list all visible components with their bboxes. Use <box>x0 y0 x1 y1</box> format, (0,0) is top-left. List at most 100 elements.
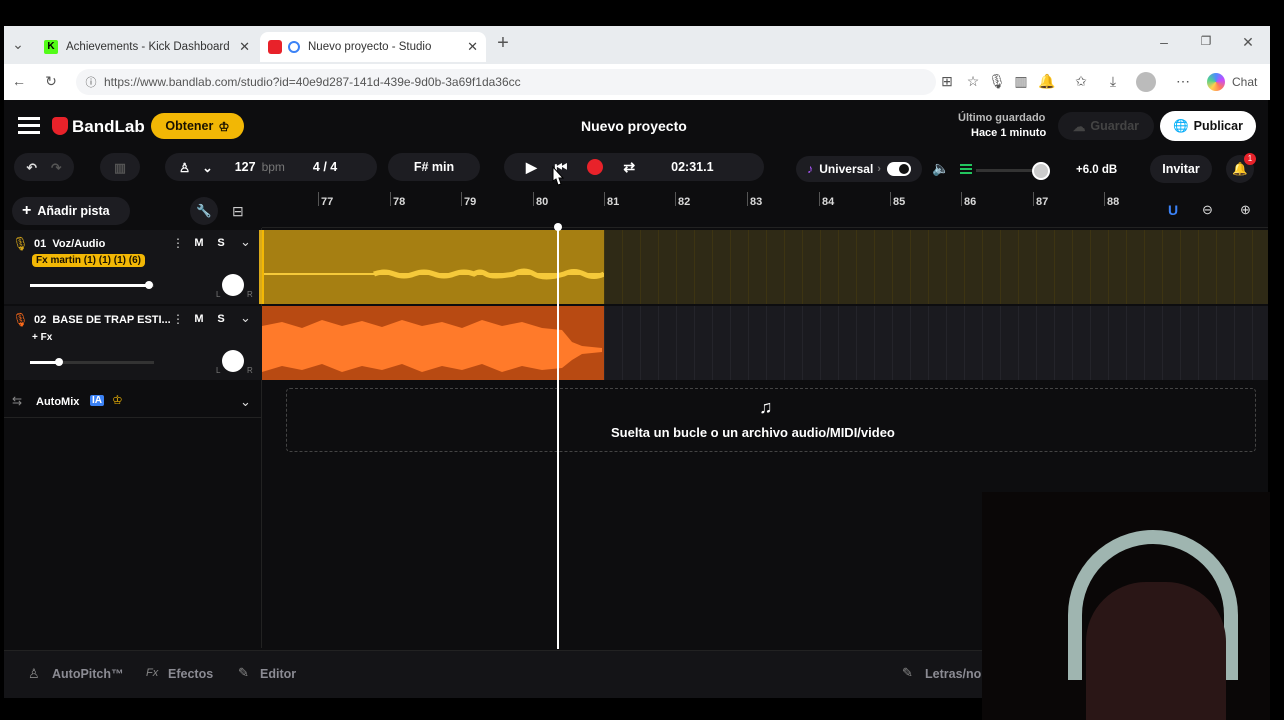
volume-slider-handle[interactable] <box>145 281 153 289</box>
ruler-bar-number: 82 <box>678 196 691 208</box>
chat-label[interactable]: Chat <box>1232 75 1257 89</box>
fx-chip[interactable]: Fx martin (1) (1) (1) (6) <box>32 254 146 267</box>
key-selector[interactable]: F# min <box>388 153 480 181</box>
last-saved-time: Hace 1 minuto <box>971 127 1047 139</box>
track-menu-icon[interactable]: ⋮ <box>172 312 184 326</box>
profile-avatar[interactable] <box>1136 72 1156 92</box>
track-expand-chevron-icon[interactable]: ⌄ <box>240 234 251 250</box>
zoom-in-icon[interactable]: ⊕ <box>1240 202 1251 218</box>
favorites-icon[interactable]: ✩ <box>1072 73 1090 90</box>
universal-label[interactable]: Universal <box>819 162 873 176</box>
add-track-button[interactable]: + Añadir pista <box>12 197 130 225</box>
mouse-cursor-icon <box>552 165 565 186</box>
url-input[interactable]: ⓘ https://www.bandlab.com/studio?id=40e9… <box>76 69 936 95</box>
autopitch-button[interactable]: AutoPitch™ <box>52 667 124 681</box>
new-tab-button[interactable]: + <box>492 32 514 55</box>
lyrics-button[interactable]: Letras/no <box>925 667 981 681</box>
back-icon[interactable]: ← <box>10 73 28 89</box>
tab-close-icon[interactable]: ✕ <box>239 39 250 55</box>
brand-name[interactable]: BandLab <box>72 117 145 137</box>
magnet-snap-icon[interactable]: U <box>1168 202 1178 218</box>
master-volume-slider[interactable] <box>976 169 1038 172</box>
ruler-tick <box>1033 192 1034 206</box>
close-window-icon[interactable]: ✕ <box>1238 34 1258 51</box>
metronome-icon[interactable]: ♙ <box>179 160 190 175</box>
track-header[interactable]: 🎙 02 BASE DE TRAP ESTI... ⋮ M S ⌄ + Fx L… <box>4 306 262 380</box>
track-header[interactable]: 🎙 01 Voz/Audio ⋮ M S ⌄ Fx martin (1) (1)… <box>4 230 262 304</box>
editor-button[interactable]: Editor <box>260 667 296 681</box>
kick-favicon-icon: K <box>44 40 58 54</box>
last-saved-label: Último guardado <box>958 112 1046 124</box>
track-expand-chevron-icon[interactable]: ⌄ <box>240 310 251 326</box>
obtener-button[interactable]: Obtener ♔ <box>151 113 244 139</box>
invite-button[interactable]: Invitar <box>1150 155 1212 183</box>
automix-row[interactable]: ⇆ AutoMix IA ♔ ⌄ <box>4 386 262 418</box>
tab-kick-dashboard[interactable]: K Achievements - Kick Dashboard ✕ <box>36 32 258 62</box>
audio-clip[interactable] <box>262 230 604 304</box>
autopitch-icon: ♙ <box>28 666 40 681</box>
restore-icon[interactable]: ❐ <box>1196 34 1216 48</box>
cloud-icon: ☁ <box>1072 119 1086 134</box>
project-title[interactable]: Nuevo proyecto <box>581 118 687 134</box>
favorite-star-icon[interactable]: ☆ <box>964 73 982 90</box>
drop-zone[interactable]: ♫ Suelta un bucle o un archivo audio/MID… <box>286 388 1256 452</box>
publish-button[interactable]: 🌐 Publicar <box>1160 111 1256 141</box>
clip-waveform <box>262 320 602 372</box>
track-name[interactable]: 02 BASE DE TRAP ESTI... <box>34 314 171 326</box>
add-fx-button[interactable]: + Fx <box>32 332 52 343</box>
plus-icon: + <box>22 202 32 219</box>
bpm-value[interactable]: 127 <box>235 160 256 174</box>
pan-knob[interactable] <box>222 350 244 372</box>
tab-close-icon[interactable]: ✕ <box>467 39 478 55</box>
more-icon[interactable]: ⋯ <box>1174 73 1192 90</box>
reload-icon[interactable]: ↻ <box>42 73 60 90</box>
automix-chevron-icon[interactable]: ⌄ <box>240 394 251 410</box>
bell-icon[interactable]: 🔔 <box>1038 73 1056 90</box>
effects-button[interactable]: Efectos <box>168 667 213 681</box>
tab-bandlab-studio[interactable]: Nuevo proyecto - Studio ✕ <box>260 32 486 62</box>
ruler-tick <box>318 192 319 206</box>
playhead[interactable] <box>557 226 559 649</box>
minimize-icon[interactable]: – <box>1154 34 1174 50</box>
mute-button[interactable]: M <box>190 310 208 328</box>
ruler-bar-number: 84 <box>822 196 835 208</box>
save-button[interactable]: ☁ Guardar <box>1058 112 1154 140</box>
speaker-icon[interactable]: 🔈 <box>932 160 949 177</box>
master-volume-knob[interactable] <box>1032 162 1050 180</box>
browser-address-bar: ← ↻ ⓘ https://www.bandlab.com/studio?id=… <box>4 64 1270 100</box>
solo-button[interactable]: S <box>212 310 230 328</box>
track-view-icon[interactable]: ⊟ <box>232 203 244 220</box>
track-menu-icon[interactable]: ⋮ <box>172 236 184 250</box>
copilot-icon[interactable] <box>1207 73 1225 91</box>
universal-toggle[interactable] <box>886 162 911 176</box>
track-name[interactable]: 01 Voz/Audio <box>34 238 105 250</box>
reading-view-icon[interactable]: ▥ <box>1012 73 1030 90</box>
undo-icon[interactable]: ↶ <box>27 160 37 175</box>
tools-button[interactable]: 🔧 <box>190 197 218 225</box>
volume-slider-handle[interactable] <box>55 358 63 366</box>
ruler-bar-number: 81 <box>607 196 620 208</box>
record-button[interactable] <box>587 159 604 175</box>
tab-list-chevron-icon[interactable]: ⌄ <box>10 36 26 53</box>
loop-icon[interactable]: ⇄ <box>623 159 635 176</box>
mute-button[interactable]: M <box>190 234 208 252</box>
play-icon[interactable]: ▶ <box>526 159 537 176</box>
keyboard-button[interactable]: ▥ <box>100 153 140 181</box>
ruler-tick <box>533 192 534 206</box>
time-display[interactable]: 02:31.1 <box>671 160 713 174</box>
zoom-out-icon[interactable]: ⊖ <box>1202 202 1213 218</box>
downloads-icon[interactable]: ⤓ <box>1104 73 1122 90</box>
ruler-bar-number: 77 <box>321 196 334 208</box>
chevron-down-icon[interactable]: ⌄ <box>202 160 212 175</box>
menu-icon[interactable] <box>18 117 40 135</box>
audio-clip[interactable] <box>262 306 604 380</box>
split-screen-icon[interactable]: ⊞ <box>938 73 956 90</box>
playhead-handle[interactable] <box>554 223 562 231</box>
obtener-label: Obtener <box>165 119 214 133</box>
solo-button[interactable]: S <box>212 234 230 252</box>
time-signature[interactable]: 4 / 4 <box>313 160 337 174</box>
browser-tab-bar: ⌄ K Achievements - Kick Dashboard ✕ Nuev… <box>4 26 1270 64</box>
pan-knob[interactable] <box>222 274 244 296</box>
microphone-icon[interactable]: 🎙 <box>988 73 1006 90</box>
redo-icon[interactable]: ↷ <box>51 160 61 175</box>
